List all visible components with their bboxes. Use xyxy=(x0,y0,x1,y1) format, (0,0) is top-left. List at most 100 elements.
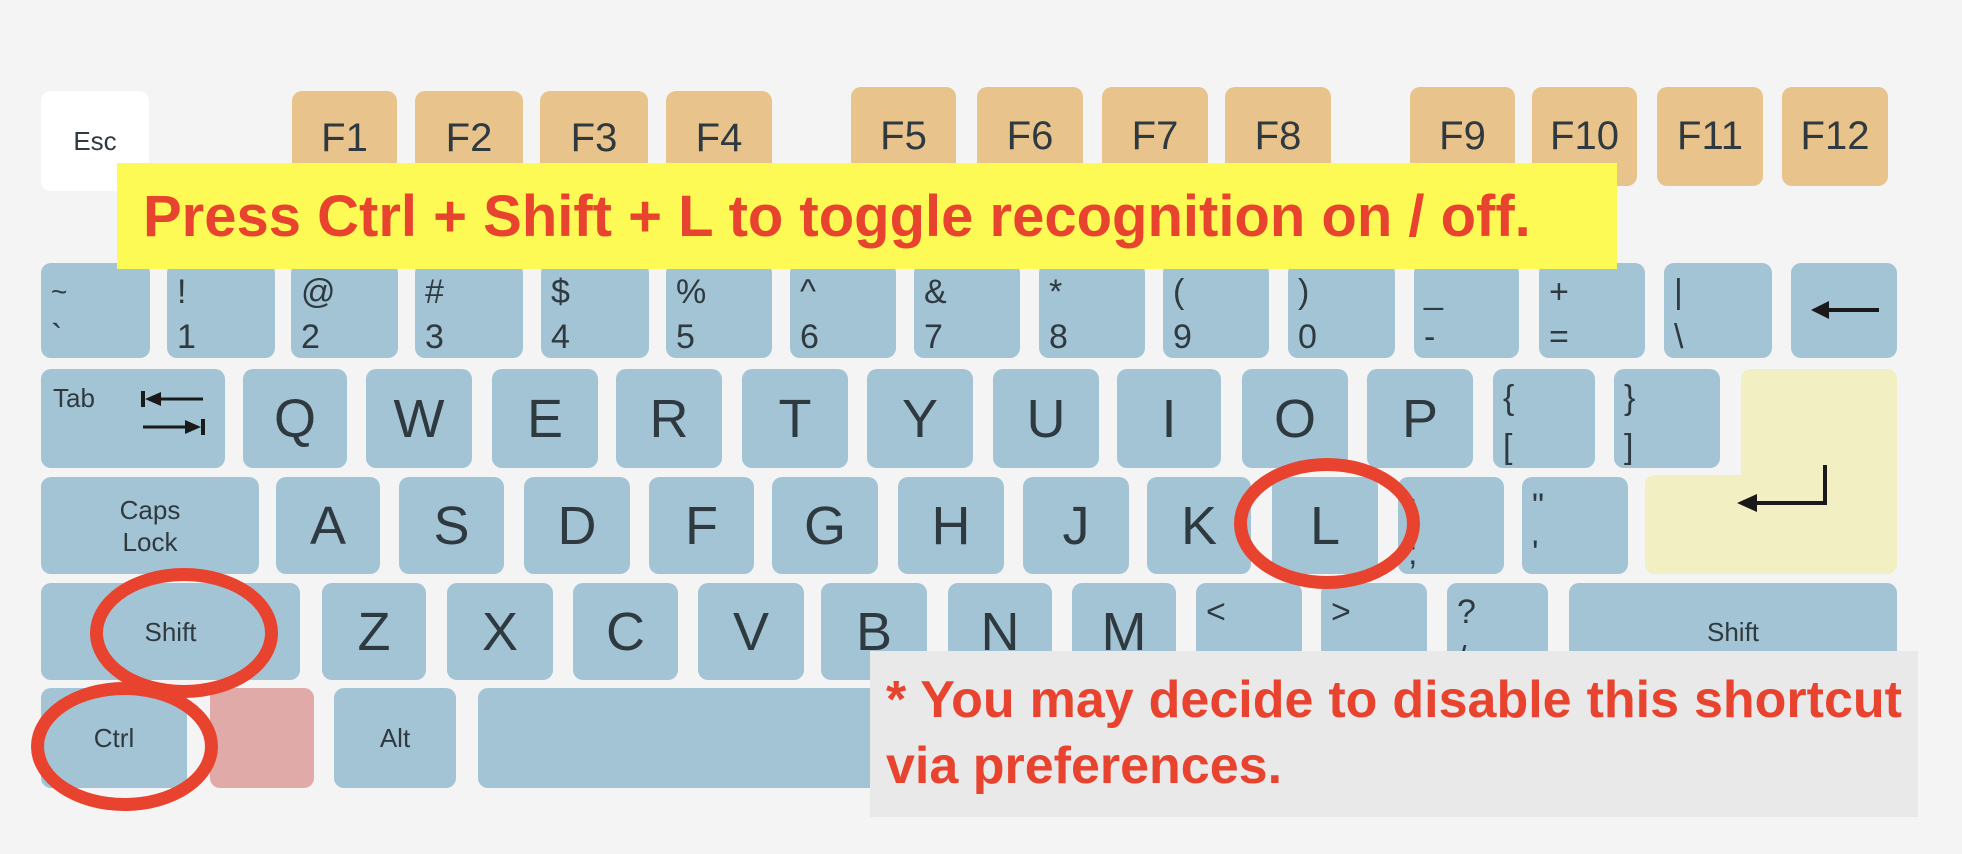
key-label: V xyxy=(732,601,770,662)
shift-highlight-ring xyxy=(90,568,278,698)
key-left-bracket[interactable]: { [ xyxy=(1493,369,1595,468)
key-g[interactable]: G xyxy=(772,477,878,574)
key-label: T xyxy=(778,388,812,449)
key-f11[interactable]: F11 xyxy=(1657,87,1763,186)
key-minus[interactable]: _ - xyxy=(1414,263,1519,358)
key-fn[interactable] xyxy=(210,688,314,788)
tab-arrows-icon xyxy=(141,391,205,435)
key-backspace[interactable] xyxy=(1791,263,1897,358)
key-t[interactable]: T xyxy=(742,369,848,468)
key-label: 8 xyxy=(1049,318,1068,356)
key-4[interactable]: $ 4 xyxy=(541,263,649,358)
key-q[interactable]: Q xyxy=(243,369,347,468)
key-backtick[interactable]: ~ ` xyxy=(41,263,150,358)
key-label: G xyxy=(803,495,846,556)
key-x[interactable]: X xyxy=(447,583,553,680)
key-label: 7 xyxy=(924,318,943,356)
key-label: Tab xyxy=(53,383,95,413)
preference-note: * You may decide to disable this shortcu… xyxy=(870,651,1918,817)
key-shift-label: # xyxy=(425,273,444,311)
key-equals[interactable]: + = xyxy=(1539,263,1645,358)
key-label: I xyxy=(1161,388,1177,449)
key-shift-label: { xyxy=(1503,379,1515,417)
key-0[interactable]: ) 0 xyxy=(1288,263,1395,358)
key-label-line2: Lock xyxy=(122,526,178,557)
banner-text: Press Ctrl + Shift + L to toggle recogni… xyxy=(143,183,1531,249)
key-a[interactable]: A xyxy=(276,477,380,574)
key-label: D xyxy=(557,495,597,556)
key-c[interactable]: C xyxy=(573,583,678,680)
key-h[interactable]: H xyxy=(898,477,1004,574)
key-5[interactable]: % 5 xyxy=(666,263,772,358)
key-shift-label: % xyxy=(676,273,707,311)
key-v[interactable]: V xyxy=(698,583,804,680)
key-label: U xyxy=(1026,388,1066,449)
key-label: F12 xyxy=(1800,114,1870,158)
key-caps-lock[interactable]: Caps Lock xyxy=(41,477,259,574)
key-p[interactable]: P xyxy=(1367,369,1473,468)
key-label: J xyxy=(1062,495,1090,556)
key-label: 5 xyxy=(676,318,695,356)
key-label: ` xyxy=(51,318,63,356)
key-label: 0 xyxy=(1298,318,1317,356)
key-z[interactable]: Z xyxy=(322,583,426,680)
backspace-arrow-icon xyxy=(1811,301,1879,319)
key-shift-label: ) xyxy=(1298,273,1310,311)
key-shift-label: ( xyxy=(1173,273,1185,311)
key-shift-label: ^ xyxy=(800,273,816,311)
key-label: Z xyxy=(357,601,391,662)
key-label: Alt xyxy=(379,723,411,753)
key-label: [ xyxy=(1503,428,1513,466)
key-label: 1 xyxy=(177,318,196,356)
key-f12[interactable]: F12 xyxy=(1782,87,1888,186)
key-u[interactable]: U xyxy=(993,369,1099,468)
key-quote[interactable]: " ' xyxy=(1522,477,1628,574)
key-shift-label: ? xyxy=(1457,593,1476,631)
key-d[interactable]: D xyxy=(524,477,630,574)
key-label: O xyxy=(1273,388,1316,449)
key-label: 6 xyxy=(800,318,819,356)
key-shift-label: " xyxy=(1532,487,1545,525)
key-3[interactable]: # 3 xyxy=(415,263,523,358)
key-r[interactable]: R xyxy=(616,369,722,468)
key-shift-label: > xyxy=(1331,593,1351,631)
key-label: S xyxy=(433,495,470,556)
key-backslash[interactable]: | \ xyxy=(1664,263,1772,358)
key-label: Y xyxy=(901,388,939,449)
key-9[interactable]: ( 9 xyxy=(1163,263,1269,358)
l-highlight-ring xyxy=(1234,458,1420,589)
key-shift-label: @ xyxy=(301,273,336,311)
key-1[interactable]: ! 1 xyxy=(167,263,275,358)
key-shift-label: < xyxy=(1206,593,1226,631)
key-f[interactable]: F xyxy=(649,477,754,574)
key-label: 4 xyxy=(551,318,570,356)
key-8[interactable]: * 8 xyxy=(1039,263,1145,358)
key-label: 3 xyxy=(425,318,444,356)
key-6[interactable]: ^ 6 xyxy=(790,263,896,358)
shortcut-banner: Press Ctrl + Shift + L to toggle recogni… xyxy=(117,163,1617,269)
key-o[interactable]: O xyxy=(1242,369,1348,468)
key-shift-label: _ xyxy=(1424,273,1443,311)
key-label: - xyxy=(1424,318,1436,356)
key-tab[interactable]: Tab xyxy=(41,369,225,468)
key-shift-label: ~ xyxy=(51,276,68,307)
ctrl-highlight-ring xyxy=(31,682,218,811)
key-s[interactable]: S xyxy=(399,477,504,574)
key-enter[interactable] xyxy=(1645,465,1897,574)
key-w[interactable]: W xyxy=(366,369,472,468)
key-y[interactable]: Y xyxy=(867,369,973,468)
key-shift-label: & xyxy=(924,273,947,311)
key-label: C xyxy=(606,601,645,662)
key-2[interactable]: @ 2 xyxy=(291,263,398,358)
key-label: ] xyxy=(1624,428,1634,466)
key-j[interactable]: J xyxy=(1023,477,1129,574)
key-label: = xyxy=(1549,318,1569,356)
key-right-bracket[interactable]: } ] xyxy=(1614,369,1720,468)
key-7[interactable]: & 7 xyxy=(914,263,1020,358)
key-shift-label: } xyxy=(1624,379,1636,417)
key-alt[interactable]: Alt xyxy=(334,688,456,788)
key-e[interactable]: E xyxy=(492,369,598,468)
key-label: P xyxy=(1401,388,1439,449)
key-label: F xyxy=(685,495,718,556)
key-i[interactable]: I xyxy=(1117,369,1221,468)
